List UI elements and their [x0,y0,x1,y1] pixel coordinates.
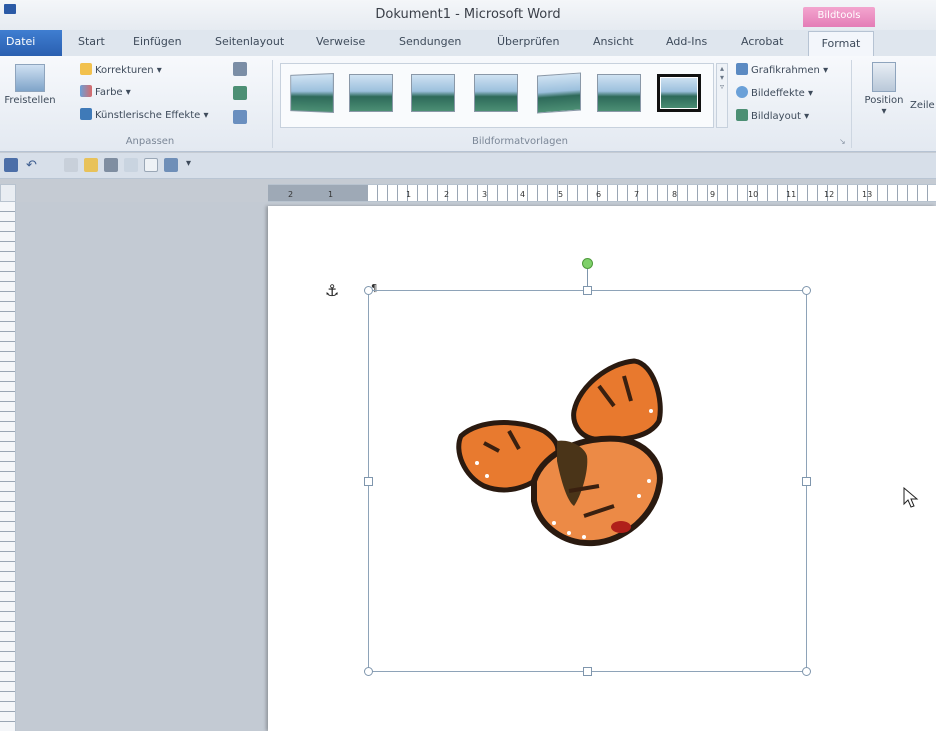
zeilenumbruch-button[interactable]: Zeile [910,100,936,111]
resize-handle-right[interactable] [802,477,811,486]
print-icon[interactable] [104,158,118,172]
color-icon [80,85,92,97]
screenshot-icon[interactable] [164,158,178,172]
tab-selector[interactable] [0,184,16,202]
ruler-labels: 2 1 1 2 3 4 5 6 7 8 9 10 11 12 13 [288,190,872,199]
kuenstlerische-effekte-label: Künstlerische Effekte ▾ [95,110,209,121]
change-picture-icon[interactable] [233,86,247,100]
grafikrahmen-label: Grafikrahmen ▾ [751,65,829,76]
position-label: Position [864,95,904,106]
picture-style-thumb[interactable] [597,74,641,112]
ruler-label: 10 [748,190,758,199]
picture-border-icon [736,63,748,75]
resize-handle-bottom-right[interactable] [802,667,811,676]
quick-access-toolbar: ↶ ▾ [0,153,936,179]
bildtools-context-header: Bildtools [803,7,875,27]
open-folder-icon[interactable] [84,158,98,172]
redo-icon[interactable] [64,158,78,172]
save-icon[interactable] [4,158,18,172]
korrekturen-button[interactable]: Korrekturen ▾ [80,63,162,76]
tab-einfuegen[interactable]: Einfügen [133,35,182,48]
ruler-label: 12 [824,190,834,199]
undo-icon[interactable]: ↶ [26,158,40,173]
bildlayout-button[interactable]: Bildlayout ▾ [736,109,809,122]
freistellen-label: Freistellen [4,95,56,106]
ruler-label: 2 [444,190,449,199]
ruler-label: 7 [634,190,639,199]
group-separator [851,60,852,148]
tab-acrobat[interactable]: Acrobat [741,35,783,48]
farbe-button[interactable]: Farbe ▾ [80,85,131,98]
tab-start[interactable]: Start [78,35,105,48]
resize-handle-bottom-left[interactable] [364,667,373,676]
reset-picture-icon[interactable] [233,110,247,124]
rotation-handle[interactable] [582,258,593,269]
ruler-label: 11 [786,190,796,199]
sun-icon [80,63,92,75]
korrekturen-label: Korrekturen ▾ [95,65,162,76]
resize-handle-bottom[interactable] [583,667,592,676]
ruler-label: 6 [596,190,601,199]
ruler-label: 9 [710,190,715,199]
vertical-ruler[interactable] [0,202,16,731]
customize-qat-icon[interactable]: ▾ [186,158,200,172]
bildeffekte-button[interactable]: Bildeffekte ▾ [736,86,813,99]
bildformatvorlagen-group-label: Bildformatvorlagen [471,136,569,147]
tab-add-ins[interactable]: Add-Ins [666,35,707,48]
anchor-icon[interactable]: ⚓ [325,281,339,300]
bildeffekte-label: Bildeffekte ▾ [751,88,814,99]
remove-background-icon [15,64,45,92]
selected-picture[interactable] [368,290,807,672]
new-document-icon[interactable] [144,158,158,172]
mouse-pointer-icon [903,487,919,508]
horizontal-ruler[interactable]: 2 1 1 2 3 4 5 6 7 8 9 10 11 12 13 [268,184,936,202]
ruler-label: 4 [520,190,525,199]
picture-layout-icon [736,109,748,121]
ruler-label: 8 [672,190,677,199]
picture-style-thumb[interactable] [537,72,581,114]
ruler-label: 3 [482,190,487,199]
compress-pictures-icon[interactable] [233,62,247,76]
picture-style-thumb-selected[interactable] [657,74,701,112]
tab-format[interactable]: Format [808,31,874,58]
position-icon [872,62,896,92]
artistic-effects-icon [80,108,92,120]
window-title: Dokument1 - Microsoft Word [375,7,561,22]
tab-seitenlayout[interactable]: Seitenlayout [215,35,284,48]
anpassen-group-label: Anpassen [125,136,175,147]
butterfly-image [456,358,663,547]
bildlayout-label: Bildlayout ▾ [751,111,810,122]
tab-ansicht[interactable]: Ansicht [593,35,634,48]
tab-datei[interactable]: Datei [0,30,62,56]
freistellen-button[interactable]: Freistellen [0,64,60,106]
resize-handle-top[interactable] [583,286,592,295]
dialog-launcher-icon[interactable]: ↘ [839,137,846,146]
kuenstlerische-effekte-button[interactable]: Künstlerische Effekte ▾ [80,108,209,121]
tab-sendungen[interactable]: Sendungen [399,35,461,48]
group-separator [272,60,273,148]
farbe-label: Farbe ▾ [95,87,131,98]
grafikrahmen-button[interactable]: Grafikrahmen ▾ [736,63,828,76]
picture-style-thumb[interactable] [349,74,393,112]
tab-ueberpruefen[interactable]: Überprüfen [497,35,559,48]
title-bar: Dokument1 - Microsoft Word [0,0,936,30]
picture-style-thumb[interactable] [411,74,455,112]
ruler-label: 1 [406,190,411,199]
print-preview-icon[interactable] [124,158,138,172]
ruler-label: 5 [558,190,563,199]
picture-style-thumb[interactable] [290,72,334,114]
ruler-label: 2 [288,190,293,199]
resize-handle-top-left[interactable] [364,286,373,295]
ruler-label: 1 [328,190,333,199]
position-button[interactable]: Position ▾ [858,62,910,117]
bildformatvorlagen-gallery[interactable] [280,63,714,128]
ruler-label: 13 [862,190,872,199]
ribbon-tabs: Start Einfügen Seitenlayout Verweise Sen… [0,30,936,56]
resize-handle-left[interactable] [364,477,373,486]
tab-verweise[interactable]: Verweise [316,35,365,48]
resize-handle-top-right[interactable] [802,286,811,295]
gallery-scroll[interactable]: ▴ ▾ ▿ [716,63,728,128]
picture-effects-icon [736,86,748,98]
picture-style-thumb[interactable] [474,74,518,112]
